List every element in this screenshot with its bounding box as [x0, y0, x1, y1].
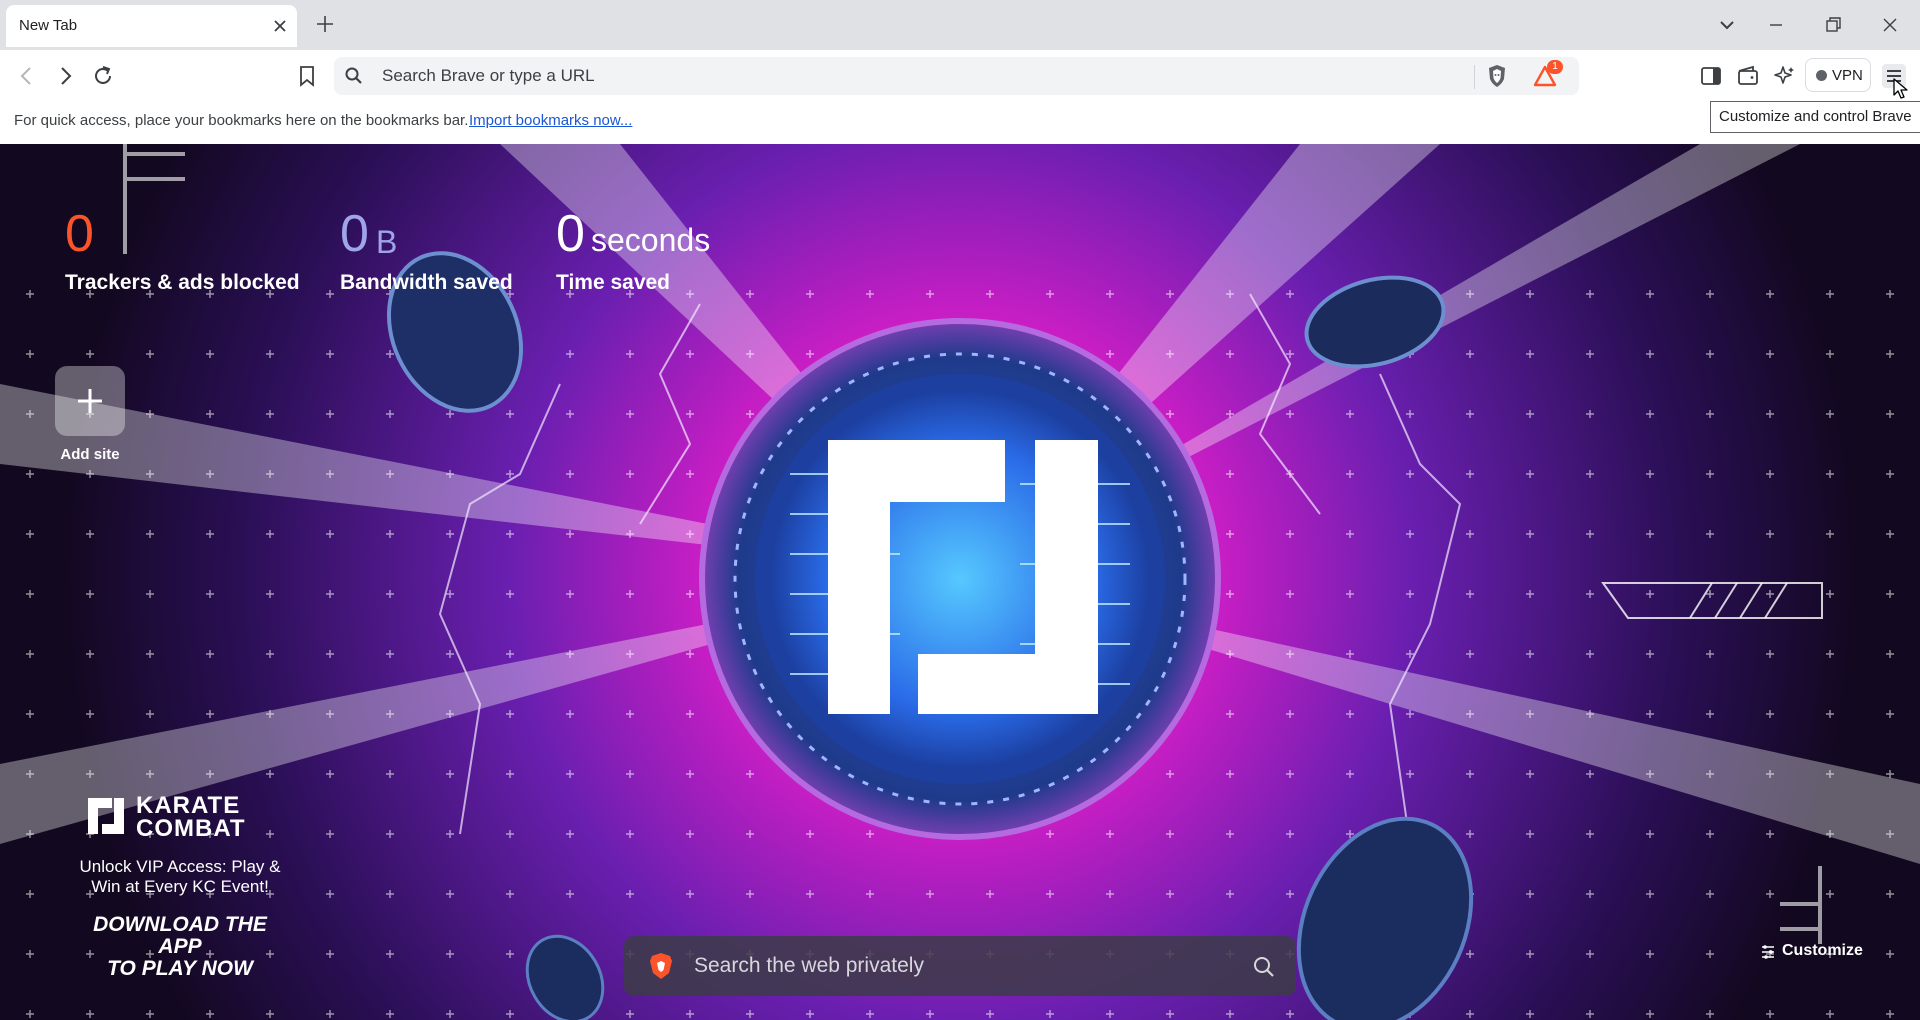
customize-label: Customize	[1782, 942, 1863, 959]
tab-search-chevron-icon[interactable]	[1714, 12, 1740, 38]
leo-ai-icon[interactable]	[1772, 63, 1798, 89]
tab-strip: New Tab	[0, 0, 1920, 50]
address-input[interactable]	[382, 64, 1482, 88]
mouse-cursor-icon	[1893, 78, 1908, 99]
add-site-button[interactable]	[55, 366, 125, 436]
close-window-icon[interactable]	[1877, 12, 1903, 38]
forward-icon[interactable]	[52, 63, 78, 89]
trackers-label: Trackers & ads blocked	[65, 271, 300, 294]
web-search-input[interactable]	[694, 953, 1214, 979]
tab-new-tab[interactable]: New Tab	[6, 5, 297, 47]
toolbar: 1 VPN	[0, 50, 1920, 102]
divider	[1474, 65, 1475, 89]
vpn-label: VPN	[1832, 67, 1863, 84]
time-unit: seconds	[591, 222, 711, 258]
close-tab-icon[interactable]	[270, 16, 290, 36]
bandwidth-label: Bandwidth saved	[340, 271, 513, 294]
karate-combat-logo-icon	[88, 798, 124, 834]
bookmark-icon[interactable]	[294, 63, 320, 89]
vpn-button[interactable]: VPN	[1805, 58, 1871, 92]
import-bookmarks-link[interactable]: Import bookmarks now...	[469, 112, 632, 129]
search-icon[interactable]	[1252, 955, 1276, 979]
bookmarks-bar: For quick access, place your bookmarks h…	[0, 102, 1920, 145]
sponsor-tagline: Unlock VIP Access: Play & Win at Every K…	[79, 857, 281, 896]
wallet-icon[interactable]	[1735, 63, 1761, 89]
web-search-box[interactable]	[624, 936, 1296, 996]
sidebar-icon[interactable]	[1698, 63, 1724, 89]
bookmarks-hint: For quick access, place your bookmarks h…	[14, 112, 469, 129]
sponsor-logo[interactable]: KARATE COMBAT	[86, 794, 276, 844]
back-icon[interactable]	[14, 63, 40, 89]
trackers-count: 0	[65, 205, 94, 263]
time-count: 0	[556, 205, 585, 263]
search-icon	[345, 67, 362, 84]
sliders-icon	[1762, 945, 1774, 959]
menu-tooltip: Customize and control Brave	[1710, 101, 1920, 133]
plus-icon	[78, 389, 102, 413]
minimize-icon[interactable]	[1763, 12, 1789, 38]
restore-icon[interactable]	[1820, 12, 1846, 38]
sponsor-cta[interactable]: DOWNLOAD THE APP TO PLAY NOW	[70, 914, 290, 980]
bandwidth-count: 0	[340, 205, 369, 263]
new-tab-page: 0 Trackers & ads blocked 0 B Bandwidth s…	[0, 144, 1920, 1020]
add-site-label: Add site	[60, 446, 120, 463]
bandwidth-unit: B	[376, 224, 398, 260]
vpn-status-icon	[1816, 70, 1827, 81]
reload-icon[interactable]	[90, 63, 116, 89]
rewards-badge: 1	[1547, 60, 1563, 74]
brave-shields-icon[interactable]	[1484, 63, 1510, 89]
address-bar[interactable]: 1	[334, 57, 1579, 95]
sponsor-brand: KARATE COMBAT	[136, 792, 246, 842]
new-tab-plus-icon[interactable]	[314, 13, 336, 35]
tab-title: New Tab	[19, 17, 78, 34]
time-label: Time saved	[556, 271, 671, 294]
brave-logo-icon	[650, 953, 672, 979]
